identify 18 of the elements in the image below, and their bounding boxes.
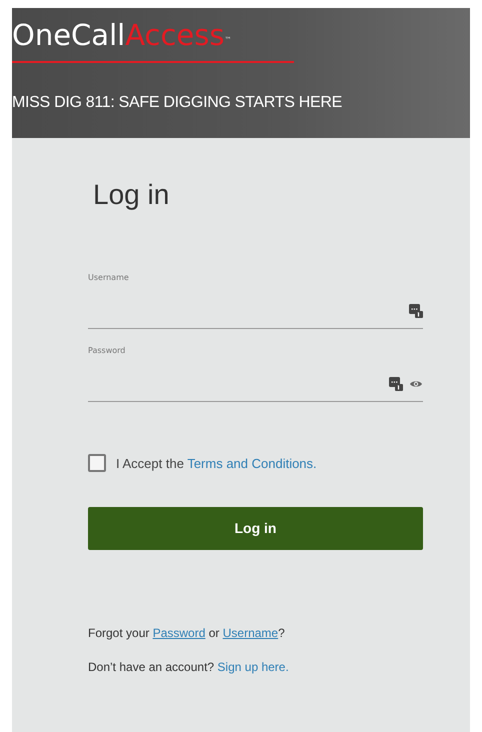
- username-link[interactable]: Username: [222, 626, 278, 640]
- keypad-icon[interactable]: [389, 377, 403, 392]
- signup-text: Don’t have an account? Sign up here.: [88, 659, 290, 676]
- terms-label: I Accept the Terms and Conditions.: [116, 454, 317, 473]
- page-title: Log in: [93, 178, 170, 212]
- forgot-text: Forgot your Password or Username?: [88, 625, 286, 642]
- signup-link[interactable]: Sign up here.: [217, 660, 289, 674]
- password-link[interactable]: Password: [152, 626, 206, 640]
- onecallaccess-logo: OneCallAccess$^{™}$: [12, 20, 232, 52]
- keypad-icon[interactable]: [409, 304, 423, 318]
- terms-checkbox[interactable]: [88, 454, 106, 472]
- field-label: Username: [88, 272, 130, 284]
- input-field[interactable]: Username: [88, 272, 423, 329]
- field-label: Password: [88, 344, 126, 357]
- input-field[interactable]: Password: [88, 344, 423, 402]
- tagline: MISS DIG 811: SAFE DIGGING STARTS HERE: [12, 92, 344, 113]
- terms-link[interactable]: Terms and Conditions.: [187, 456, 317, 471]
- login-button[interactable]: Log in: [88, 507, 423, 550]
